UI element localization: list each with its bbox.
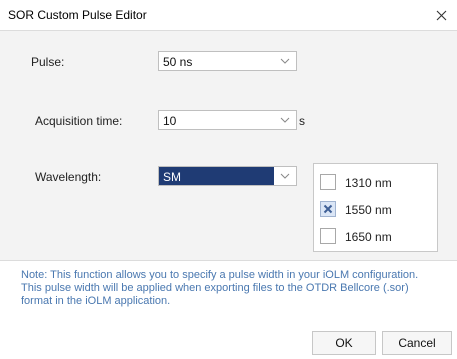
footer-separator [0, 260, 457, 261]
chevron-down-icon [280, 173, 290, 179]
chevron-down-icon [280, 58, 290, 64]
wavelength-dropdown[interactable]: SM [158, 166, 297, 186]
title-bar: SOR Custom Pulse Editor [0, 0, 457, 30]
close-button[interactable] [429, 3, 453, 27]
checkbox-1550[interactable] [320, 201, 336, 217]
acquisition-time-label: Acquisition time: [35, 114, 123, 128]
x-check-icon [323, 204, 333, 214]
acquisition-unit: s [299, 114, 305, 128]
close-icon [436, 10, 446, 20]
ok-button[interactable]: OK [312, 331, 376, 355]
wavelength-label: Wavelength: [35, 170, 102, 184]
wavelength-value: SM [163, 170, 181, 184]
window-title: SOR Custom Pulse Editor [8, 8, 147, 22]
note-text: Note: This function allows you to specif… [21, 269, 419, 307]
checkbox-1550-label: 1550 nm [345, 203, 392, 217]
checkbox-1310-label: 1310 nm [345, 176, 392, 190]
wavelength-checkbox-group: 1310 nm 1550 nm 1650 nm [313, 163, 438, 252]
pulse-dropdown[interactable]: 50 ns [158, 51, 297, 71]
acquisition-time-dropdown[interactable]: 10 [158, 110, 297, 130]
checkbox-1310[interactable] [320, 174, 336, 190]
checkbox-1650-label: 1650 nm [345, 230, 392, 244]
chevron-down-icon [280, 117, 290, 123]
cancel-button[interactable]: Cancel [382, 331, 452, 355]
checkbox-1650[interactable] [320, 228, 336, 244]
acquisition-time-value: 10 [163, 114, 177, 128]
pulse-value: 50 ns [163, 55, 193, 69]
pulse-label: Pulse: [31, 55, 65, 69]
